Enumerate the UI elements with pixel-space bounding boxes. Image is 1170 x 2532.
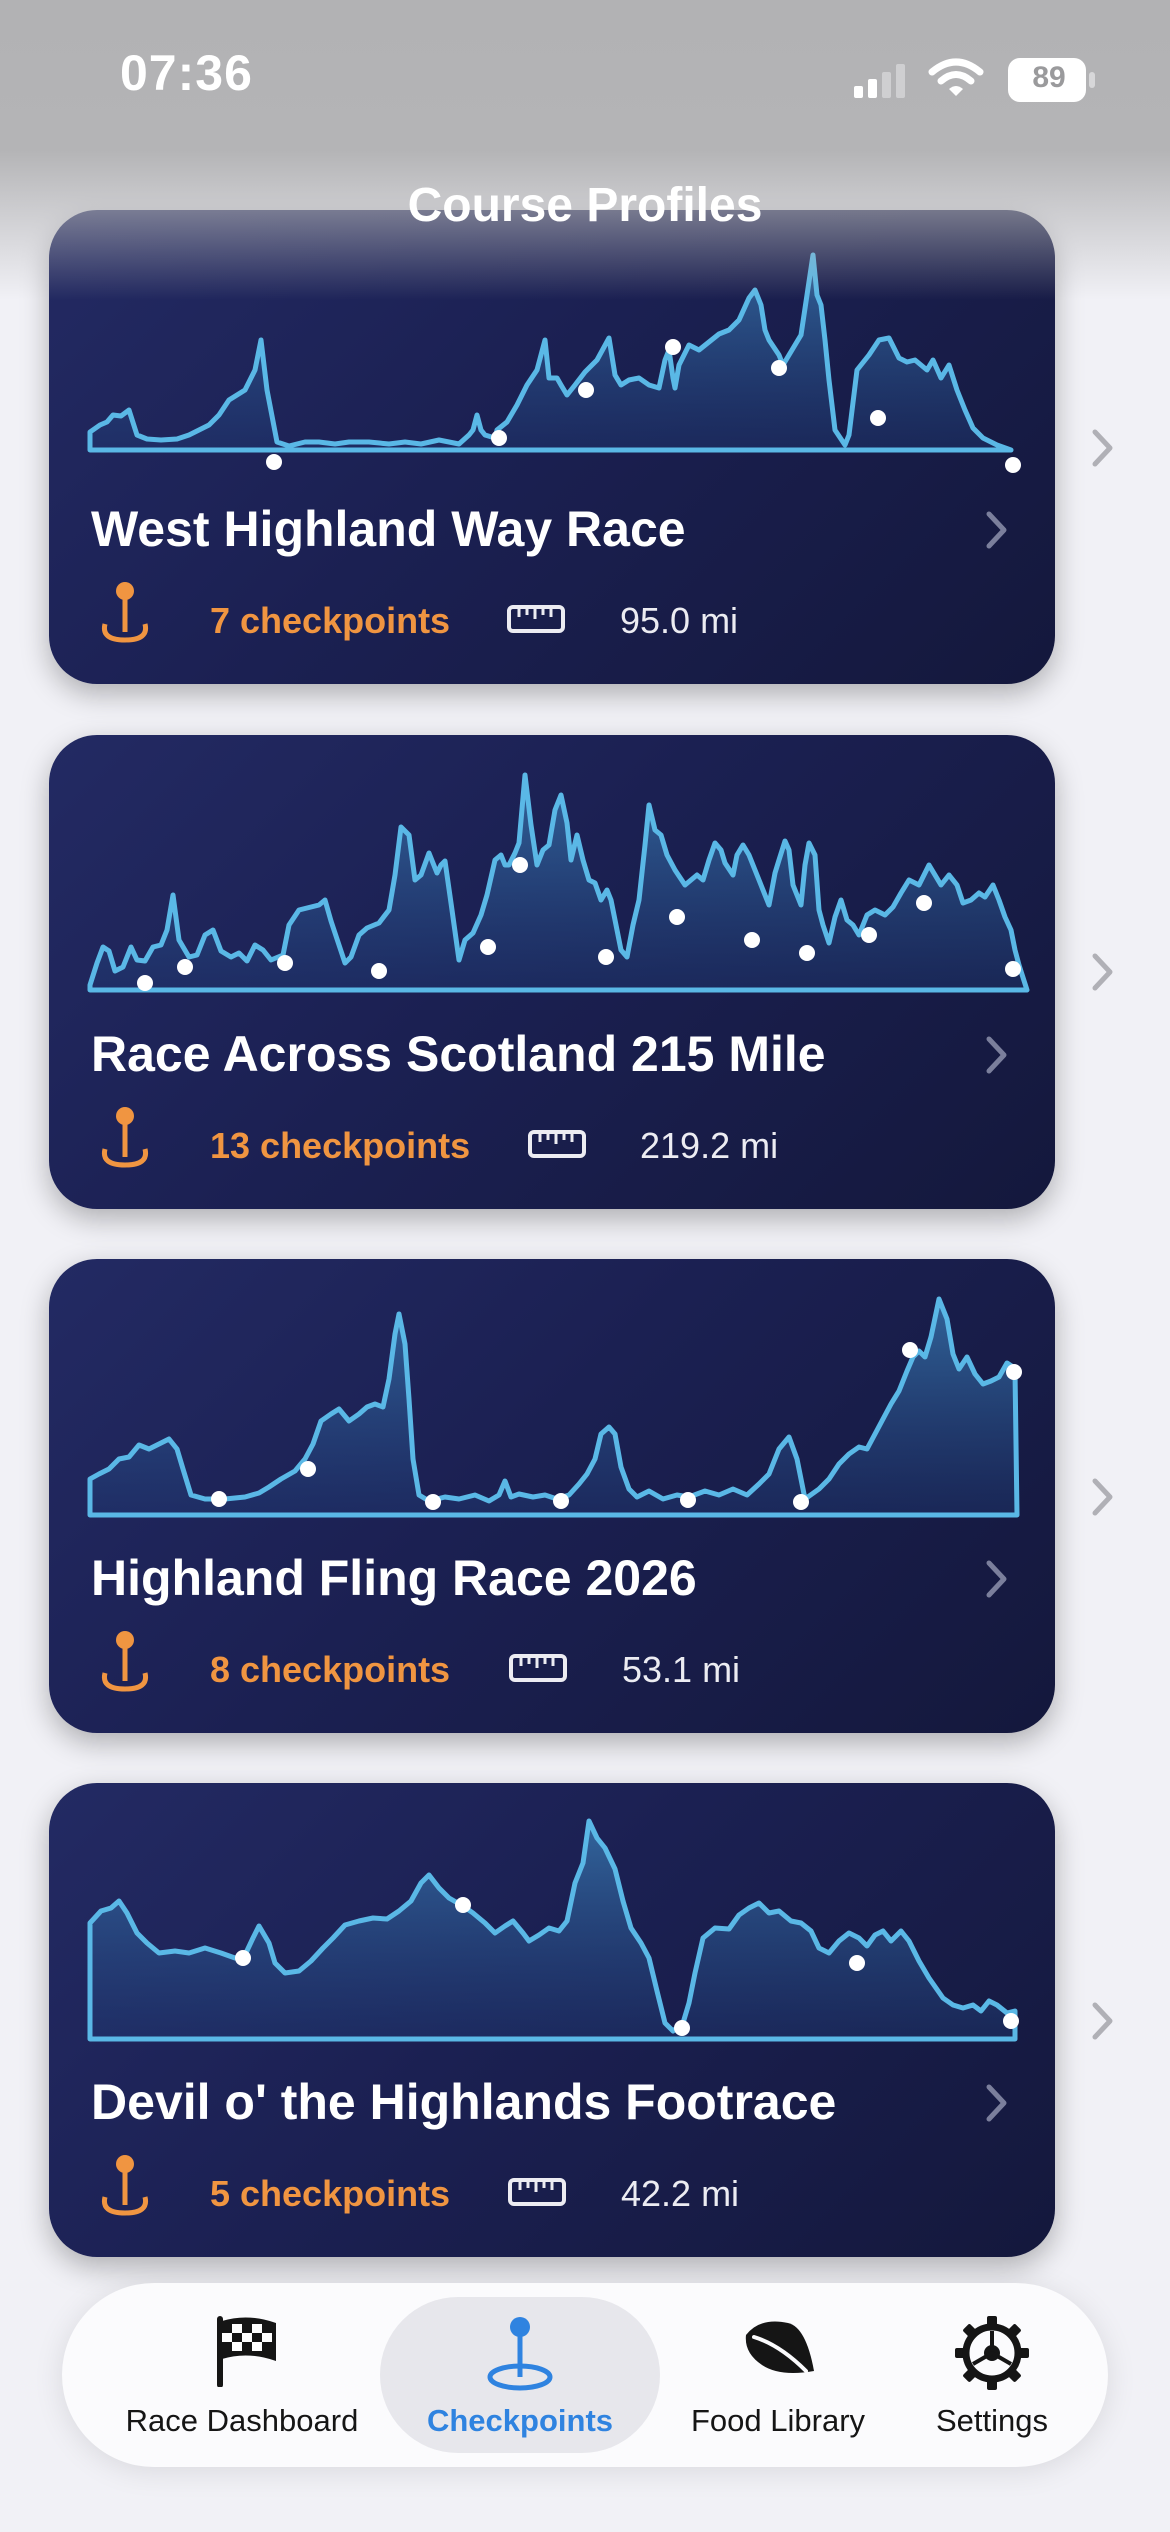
elevation-profile (87, 1818, 1019, 2042)
course-meta: 13 checkpoints 219.2 mi (49, 1105, 1055, 1185)
status-bar: 07:36 89 (0, 0, 1170, 150)
tab-food-library[interactable]: Food Library (658, 2283, 898, 2467)
leaf-icon (745, 2321, 814, 2373)
ruler-icon (507, 605, 565, 633)
course-title: Devil o' the Highlands Footrace (91, 2074, 837, 2130)
course-title: Highland Fling Race 2026 (91, 1550, 697, 1606)
course-distance: 53.1 mi (622, 1649, 741, 1690)
chevron-right-icon (1092, 953, 1113, 991)
tab-checkpoints[interactable]: Checkpoints (380, 2283, 660, 2467)
chevron-right-icon (986, 1560, 1007, 1598)
course-distance: 219.2 mi (640, 1125, 779, 1166)
ruler-icon (509, 1654, 567, 1682)
course-meta: 8 checkpoints 53.1 mi (49, 1629, 1055, 1709)
status-time: 07:36 (120, 45, 253, 101)
checkpoint-count: 8 checkpoints (210, 1649, 451, 1690)
course-card[interactable]: West Highland Way Race 7 checkpoints 95.… (49, 210, 1055, 684)
course-distance: 42.2 mi (621, 2173, 740, 2214)
course-card[interactable]: Race Across Scotland 215 Mile 13 checkpo… (49, 735, 1055, 1209)
cellular-signal-icon (854, 64, 905, 98)
chevron-right-icon (986, 1036, 1007, 1074)
course-meta: 5 checkpoints 42.2 mi (49, 2153, 1055, 2233)
course-card[interactable]: Devil o' the Highlands Footrace 5 checkp… (49, 1783, 1055, 2257)
ruler-icon (528, 1130, 586, 1158)
elevation-profile (87, 772, 1030, 993)
checkpoint-count: 5 checkpoints (210, 2173, 451, 2214)
checkpoint-pin-icon (101, 1631, 149, 1692)
chevron-right-icon (1092, 2002, 1113, 2040)
chevron-right-icon (986, 511, 1007, 549)
elevation-profile (87, 252, 1021, 473)
elevation-profile (87, 1296, 1022, 1518)
tab-label: Settings (935, 2403, 1048, 2438)
map-pin-icon (487, 2317, 553, 2391)
course-title: West Highland Way Race (91, 501, 686, 557)
course-meta: 7 checkpoints 95.0 mi (49, 580, 1055, 660)
chevron-right-icon (1092, 429, 1113, 467)
chevron-right-icon (1092, 1478, 1113, 1516)
chevron-right-icon (986, 2084, 1007, 2122)
checkered-flag-icon (217, 2316, 276, 2387)
checkpoint-pin-icon (101, 2155, 149, 2216)
gear-icon (955, 2316, 1029, 2390)
checkpoint-count: 7 checkpoints (210, 600, 451, 641)
checkpoint-pin-icon (101, 1107, 149, 1168)
course-distance: 95.0 mi (620, 600, 739, 641)
battery-level: 89 (1032, 61, 1066, 94)
tab-settings[interactable]: Settings (902, 2283, 1082, 2467)
tab-race-dashboard[interactable]: Race Dashboard (112, 2283, 372, 2467)
tab-label: Checkpoints (426, 2403, 614, 2438)
tab-label: Race Dashboard (125, 2403, 359, 2438)
tab-label: Food Library (690, 2403, 866, 2438)
checkpoint-count: 13 checkpoints (210, 1125, 471, 1166)
course-title: Race Across Scotland 215 Mile (91, 1026, 826, 1082)
page-title: Course Profiles (407, 179, 763, 232)
tab-bar: Race Dashboard Checkpoints Food Library (62, 2283, 1108, 2467)
wifi-icon (928, 58, 984, 96)
course-card[interactable]: Highland Fling Race 2026 8 checkpoints 5… (49, 1259, 1055, 1733)
checkpoint-pin-icon (101, 582, 149, 643)
ruler-icon (508, 2178, 566, 2206)
